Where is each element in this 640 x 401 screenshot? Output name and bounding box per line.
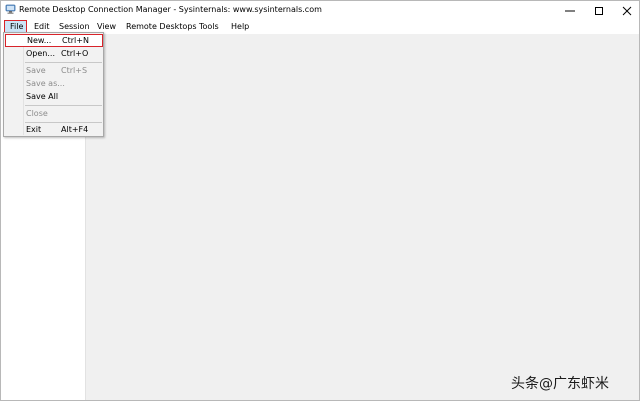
- menu-item-label: New...: [27, 36, 52, 45]
- menu-item-open[interactable]: Open... Ctrl+O: [4, 47, 103, 60]
- menu-item-label: Save: [26, 66, 46, 75]
- menu-tools[interactable]: Tools: [199, 20, 219, 34]
- close-button[interactable]: [612, 1, 640, 20]
- title-bar[interactable]: Remote Desktop Connection Manager - Sysi…: [1, 1, 639, 20]
- menu-item-label: Exit: [26, 125, 42, 134]
- menu-item-label: Save All: [26, 92, 59, 101]
- menu-item-exit[interactable]: Exit Alt+F4: [4, 123, 103, 136]
- minimize-button[interactable]: [555, 1, 584, 20]
- menu-item-shortcut: Ctrl+N: [62, 36, 89, 45]
- file-menu-dropdown: New... Ctrl+N Open... Ctrl+O Save Ctrl+S…: [3, 32, 104, 137]
- menu-item-shortcut: Alt+F4: [61, 125, 89, 134]
- window-title: Remote Desktop Connection Manager - Sysi…: [19, 5, 322, 14]
- menu-item-save-as[interactable]: Save as...: [4, 77, 103, 90]
- menu-help[interactable]: Help: [231, 20, 249, 34]
- maximize-icon: [594, 6, 604, 16]
- menu-item-label: Close: [26, 109, 48, 118]
- close-icon: [622, 6, 632, 16]
- menu-item-shortcut: Ctrl+O: [61, 49, 89, 58]
- menu-item-save[interactable]: Save Ctrl+S: [4, 64, 103, 77]
- menu-item-close[interactable]: Close: [4, 107, 103, 120]
- menu-separator: [25, 62, 102, 63]
- menu-item-label: Open...: [26, 49, 55, 58]
- menu-item-save-all[interactable]: Save All: [4, 90, 103, 103]
- menu-item-new[interactable]: New... Ctrl+N: [5, 34, 103, 47]
- menu-separator: [25, 105, 102, 106]
- watermark-text: 头条@广东虾米: [511, 376, 609, 392]
- menu-item-shortcut: Ctrl+S: [61, 66, 88, 75]
- menu-remote-desktops[interactable]: Remote Desktops: [126, 20, 197, 34]
- rdcman-computer-icon: [5, 4, 16, 15]
- minimize-icon: [564, 6, 575, 16]
- menu-item-label: Save as...: [26, 79, 65, 88]
- maximize-button[interactable]: [584, 1, 613, 20]
- remote-desktop-area[interactable]: [86, 34, 639, 400]
